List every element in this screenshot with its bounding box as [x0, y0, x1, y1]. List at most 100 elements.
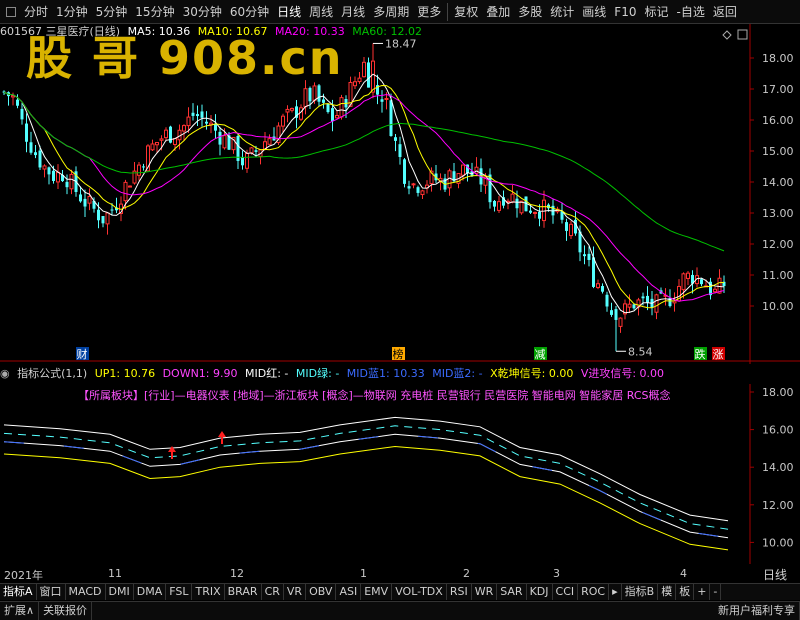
indicator-tab-brar[interactable]: BRAR: [225, 584, 262, 600]
candle-body-down: [565, 222, 568, 231]
indicator-tab-emv[interactable]: EMV: [361, 584, 393, 600]
back-button[interactable]: 返回: [709, 1, 741, 23]
candle-body-up: [371, 60, 375, 93]
candle-body-up: [519, 200, 524, 214]
period-tab-daily[interactable]: 日线: [273, 1, 305, 23]
indicator-name[interactable]: 指标公式(1,1): [17, 367, 87, 380]
period-tab-15min[interactable]: 15分钟: [131, 1, 178, 23]
indicator-tab-macd[interactable]: MACD: [66, 584, 106, 600]
candle-body-down: [241, 157, 244, 166]
indicator-tab-sar[interactable]: SAR: [497, 584, 527, 600]
up1-legend: UP1: 10.76: [94, 367, 156, 380]
mark-button[interactable]: 标记: [640, 1, 672, 23]
period-tab-60min[interactable]: 60分钟: [226, 1, 273, 23]
draw-line-button[interactable]: 画线: [578, 1, 610, 23]
indicator-tab-misc-20[interactable]: ▸: [609, 584, 622, 600]
period-tab-intraday[interactable]: 分时: [20, 1, 52, 23]
candlestick-chart[interactable]: 18.00 17.00 16.00 15.00 14.00 13.00 12.00 11.00…: [0, 24, 800, 364]
indicator-tab-cr[interactable]: CR: [262, 584, 284, 600]
f10-button[interactable]: F10: [610, 1, 640, 23]
window-square-icon[interactable]: [6, 6, 16, 17]
statistics-button[interactable]: 统计: [546, 1, 578, 23]
indicator-tab-dma[interactable]: DMA: [134, 584, 167, 600]
down1-legend: DOWN1: 9.90: [162, 367, 238, 380]
candle-body-down: [331, 108, 334, 122]
indicator-tab-vr[interactable]: VR: [284, 584, 307, 600]
period-tab-30min[interactable]: 30分钟: [179, 1, 226, 23]
indicator-tab-b[interactable]: 指标B: [622, 584, 659, 600]
expand-button[interactable]: 扩展∧: [0, 602, 40, 620]
candle-body-down: [83, 198, 87, 207]
overlay-button[interactable]: 叠加: [482, 1, 514, 23]
related-quotes-button[interactable]: 关联报价: [39, 602, 93, 620]
candle-body-down: [25, 123, 28, 142]
candle-body-down: [394, 137, 397, 141]
indicator-tab-vol-tdx[interactable]: VOL-TDX: [392, 584, 447, 600]
date-tick: 1: [360, 567, 367, 580]
ma5-line: [3, 73, 725, 314]
indicator-tab-trix[interactable]: TRIX: [192, 584, 225, 600]
candle-body-up: [510, 193, 515, 203]
indicator-collapse-icon[interactable]: ◉: [0, 367, 10, 380]
period-tab-5min[interactable]: 5分钟: [92, 1, 132, 23]
candle-body-down: [326, 103, 330, 113]
candle-body-down: [529, 210, 532, 213]
indicator-tab-kdj[interactable]: KDJ: [527, 584, 553, 600]
candle-body-down: [38, 150, 42, 168]
candle-body-down: [367, 62, 370, 88]
period-label[interactable]: 日线: [752, 566, 798, 582]
period-tab-monthly[interactable]: 月线: [337, 1, 369, 23]
main-chart-area[interactable]: 18.00 17.00 16.00 15.00 14.00 13.00 12.00 11.00…: [0, 24, 800, 364]
indicator-chart[interactable]: 18.00 16.00 14.00 12.00 10.00: [0, 384, 800, 564]
period-tab-multi[interactable]: 多周期: [369, 1, 413, 23]
indicator-tab-misc-23[interactable]: 板: [676, 584, 695, 600]
stock-title: 601567 三星医疗(日线): [0, 25, 121, 38]
remove-watchlist-button[interactable]: -自选: [672, 1, 708, 23]
price-level-label: 11.00: [762, 269, 794, 282]
period-tab-weekly[interactable]: 周线: [305, 1, 337, 23]
candle-body-up: [173, 138, 177, 145]
indicator-tab-asi[interactable]: ASI: [336, 584, 362, 600]
promo-link[interactable]: 新用户福利专享: [714, 602, 800, 620]
candle-body-down: [52, 170, 55, 182]
indicator-tab-fsl[interactable]: FSL: [166, 584, 193, 600]
price-level-label: 13.00: [762, 207, 794, 220]
candle-body-up: [681, 273, 686, 291]
candle-body-down: [380, 99, 384, 102]
event-marker-label[interactable]: 涨: [713, 348, 724, 361]
indicator-tab-misc-24[interactable]: +: [694, 584, 711, 600]
indicator-header: ◉ 指标公式(1,1) UP1: 10.76 DOWN1: 9.90 MID红:…: [0, 366, 750, 382]
date-tick: 2: [463, 567, 470, 580]
indicator-tab-dmi[interactable]: DMI: [106, 584, 134, 600]
candle-body-up: [159, 138, 164, 141]
candle-body-up: [497, 201, 501, 211]
status-bar: 扩展∧ 关联报价 新用户福利专享: [0, 601, 800, 620]
indicator-tab-a[interactable]: 指标A: [0, 584, 37, 600]
candle-body-up: [123, 181, 128, 202]
candle-body-down: [34, 152, 37, 156]
candle-body-up: [713, 288, 717, 293]
main-chart-header: 601567 三星医疗(日线) MA5: 10.36 MA10: 10.67 M…: [0, 24, 750, 40]
indicator-tab-rsi[interactable]: RSI: [447, 584, 472, 600]
candle-body-up: [87, 195, 92, 204]
indicator-tab-obv[interactable]: OBV: [306, 584, 337, 600]
indicator-tab-misc-25[interactable]: -: [710, 584, 722, 600]
event-marker-label[interactable]: 跌: [695, 347, 706, 361]
indicator-tab-misc-1[interactable]: 窗口: [37, 584, 66, 600]
candle-body-up: [290, 107, 294, 111]
event-marker-label[interactable]: 榜: [393, 347, 404, 361]
event-marker-label[interactable]: 财: [77, 347, 88, 361]
indicator-tab-cci[interactable]: CCI: [553, 584, 579, 600]
indicator-tab-roc[interactable]: ROC: [578, 584, 610, 600]
candle-body-up: [384, 97, 389, 100]
candle-body-down: [196, 114, 199, 117]
period-tab-more[interactable]: 更多: [413, 1, 445, 23]
mid-blue1-legend: MID蓝1: 10.33: [346, 367, 425, 380]
event-marker-label[interactable]: 减: [535, 348, 546, 361]
period-tab-1min[interactable]: 1分钟: [52, 1, 92, 23]
indicator-tab-misc-22[interactable]: 模: [658, 584, 677, 600]
indicator-tab-wr[interactable]: WR: [472, 584, 498, 600]
candle-body-up: [542, 199, 546, 222]
multi-stock-button[interactable]: 多股: [514, 1, 546, 23]
fuquan-button[interactable]: 复权: [450, 1, 482, 23]
